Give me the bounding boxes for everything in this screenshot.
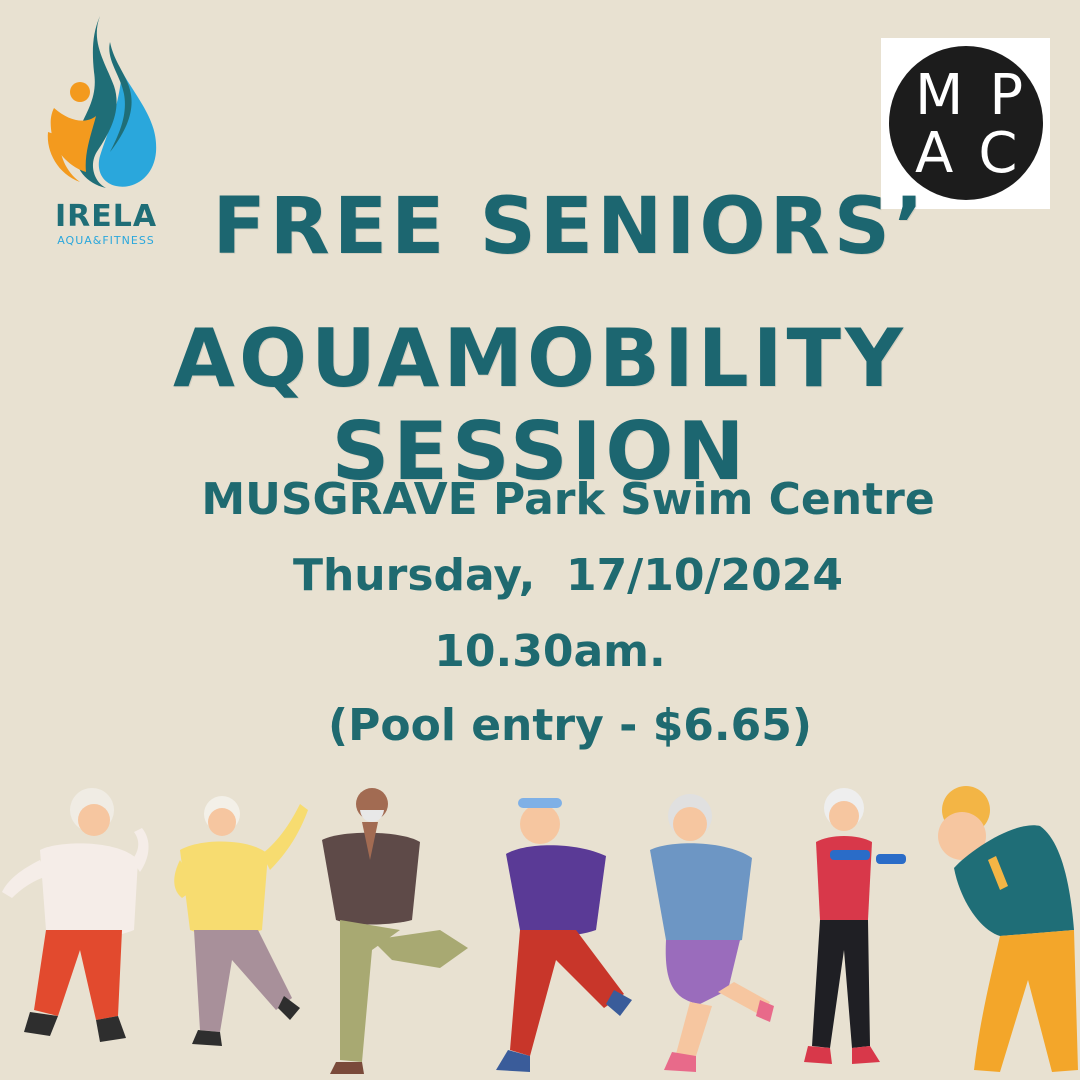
date-text: Thursday, 17/10/2024 — [292, 550, 844, 601]
price-text: (Pool entry - $6.65) — [328, 700, 812, 751]
senior-figure-2 — [174, 796, 308, 1046]
venue-text: MUSGRAVE Park Swim Centre — [201, 474, 935, 525]
senior-figure-1 — [2, 788, 149, 1042]
senior-figure-4 — [496, 798, 632, 1072]
time-text: 10.30am. — [434, 626, 666, 677]
flame-drop-icon — [47, 16, 157, 188]
event-poster: IRELA AQUA&FITNESS MP AC FREE SENIORS’ A… — [0, 0, 1080, 1080]
mpac-line-2: AC — [915, 121, 1044, 186]
mpac-line-1: MP — [915, 63, 1050, 128]
headline-line-1: FREE SENIORS’ — [212, 182, 928, 272]
mpac-circle: MP AC — [889, 46, 1043, 200]
senior-figure-7 — [938, 786, 1078, 1072]
senior-figure-6 — [804, 788, 906, 1064]
headline-line-2: AQUAMOBILITY SESSION — [173, 312, 907, 498]
seniors-exercising-illustration — [2, 786, 1078, 1074]
senior-figure-3 — [322, 788, 468, 1074]
senior-figure-5 — [650, 794, 774, 1072]
